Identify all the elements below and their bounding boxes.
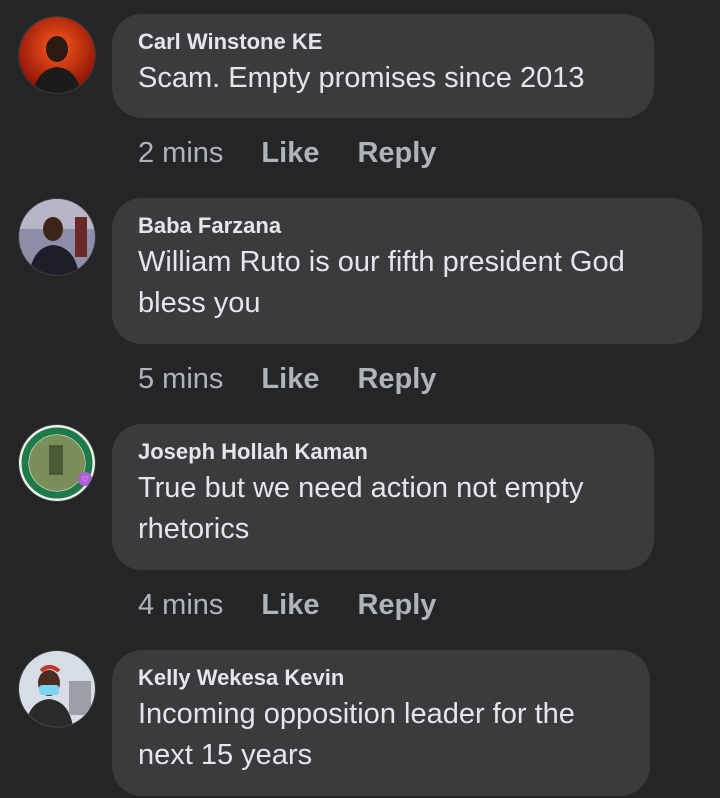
comment-time[interactable]: 2 mins: [138, 136, 223, 170]
comment-bubble: Carl Winstone KE Scam. Empty promises si…: [112, 14, 654, 118]
avatar-photo: ♡: [19, 425, 95, 501]
comment-author[interactable]: Joseph Hollah Kaman: [138, 438, 628, 466]
comment-author[interactable]: Carl Winstone KE: [138, 28, 628, 56]
comment-bubble: Baba Farzana William Ruto is our fifth p…: [112, 198, 702, 344]
comment-time[interactable]: 4 mins: [138, 588, 223, 622]
comment-author[interactable]: Baba Farzana: [138, 212, 676, 240]
comment-bubble: Kelly Wekesa Kevin Incoming opposition l…: [112, 650, 650, 796]
avatar[interactable]: [18, 650, 96, 728]
svg-text:♡: ♡: [81, 475, 88, 484]
avatar[interactable]: [18, 198, 96, 276]
reply-button[interactable]: Reply: [357, 136, 436, 170]
avatar-photo: [19, 651, 95, 727]
comment-time[interactable]: 5 mins: [138, 362, 223, 396]
reply-button[interactable]: Reply: [357, 588, 436, 622]
comment-actions: 4 mins Like Reply: [138, 588, 436, 622]
comment-actions: 2 mins Like Reply: [138, 136, 436, 170]
avatar[interactable]: ♡: [18, 424, 96, 502]
reply-button[interactable]: Reply: [357, 362, 436, 396]
comment-actions: 5 mins Like Reply: [138, 362, 436, 396]
avatar-photo: [19, 199, 95, 275]
avatar-photo: [19, 17, 95, 93]
comment-text: William Ruto is our fifth president God …: [138, 246, 625, 319]
comment-author[interactable]: Kelly Wekesa Kevin: [138, 664, 624, 692]
like-button[interactable]: Like: [261, 588, 319, 622]
comment-text: Scam. Empty promises since 2013: [138, 62, 585, 94]
like-button[interactable]: Like: [261, 136, 319, 170]
avatar[interactable]: [18, 16, 96, 94]
comment-text: Incoming opposition leader for the next …: [138, 698, 575, 771]
comment-text: True but we need action not empty rhetor…: [138, 472, 584, 545]
like-button[interactable]: Like: [261, 362, 319, 396]
comment-bubble: Joseph Hollah Kaman True but we need act…: [112, 424, 654, 570]
